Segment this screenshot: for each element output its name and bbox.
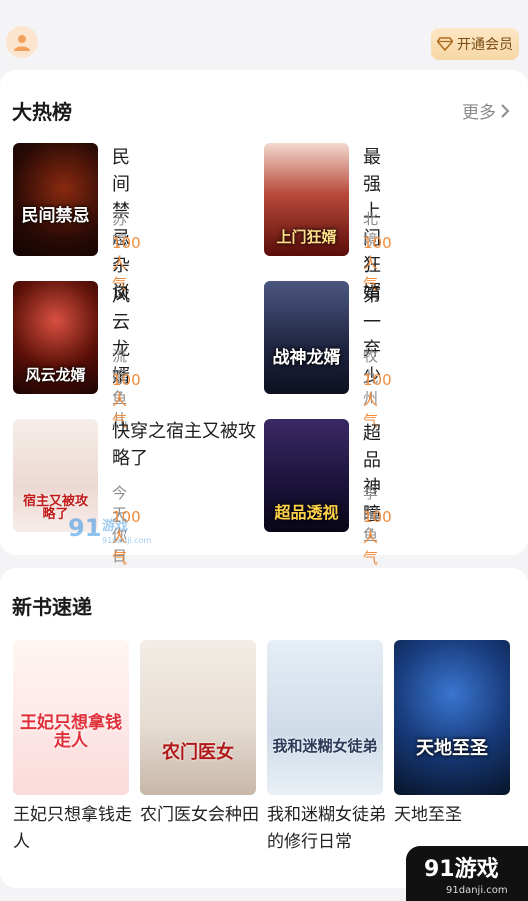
book-cover[interactable]: 上门狂婿 [264, 143, 349, 256]
svg-text:游戏: 游戏 [102, 518, 128, 534]
watermark-logo: 91 游戏 91danji.com [66, 512, 166, 546]
book-cover[interactable]: 战神龙婿 [264, 281, 349, 394]
book-cover[interactable]: 民间禁忌 [13, 143, 98, 256]
avatar[interactable] [6, 26, 38, 58]
user-icon [14, 35, 30, 51]
svg-text:91danji.com: 91danji.com [446, 885, 508, 896]
cover-title: 超品透视 [274, 503, 339, 523]
watermark-brand-icon: 91游戏 91danji.com [424, 856, 508, 896]
book-cover[interactable]: 我和迷糊女徒弟 [267, 640, 383, 795]
book-title: 快穿之宿主又被攻略了 [112, 421, 256, 469]
cover-title: 风云龙婿 [25, 366, 86, 385]
book-cover[interactable]: 超品透视 [264, 419, 349, 532]
top-bar: 开通会员 [0, 0, 528, 64]
book-cover[interactable]: 王妃只想拿钱走人 [13, 640, 129, 795]
cover-title: 上门狂婿 [276, 228, 337, 247]
svg-text:91: 91 [68, 514, 101, 542]
vip-button[interactable]: 开通会员 [431, 28, 519, 60]
book-title: 农门医女会种田 [140, 805, 259, 825]
watermark-icon: 91 游戏 91danji.com [68, 514, 152, 545]
book-title: 王妃只想拿钱走人 [13, 805, 132, 852]
book-title: 天地至圣 [394, 805, 462, 825]
more-label: 更多 [462, 103, 496, 123]
more-link[interactable]: 更多 [462, 98, 510, 123]
book-title: 我和迷糊女徒弟的修行日常 [267, 805, 386, 852]
vip-label: 开通会员 [457, 37, 513, 53]
new-books-title: 新书速递 [12, 595, 92, 619]
hot-list-title: 大热榜 [12, 100, 72, 124]
diamond-icon [437, 37, 453, 51]
book-popularity: 100人气 [363, 508, 392, 567]
cover-title: 战神龙婿 [272, 348, 341, 369]
book-cover[interactable]: 天地至圣 [394, 640, 510, 795]
book-cover[interactable]: 农门医女 [140, 640, 256, 795]
cover-title: 民间禁忌 [21, 206, 90, 227]
svg-text:91danji.com: 91danji.com [102, 536, 152, 545]
svg-text:91游戏: 91游戏 [424, 856, 499, 882]
cover-title: 天地至圣 [416, 738, 488, 760]
chevron-right-icon [501, 103, 510, 118]
watermark-badge: 91游戏 91danji.com [406, 846, 528, 901]
cover-title: 王妃只想拿钱走人 [20, 713, 122, 752]
book-cover[interactable]: 风云龙婿 [13, 281, 98, 394]
cover-title: 农门医女 [162, 742, 234, 764]
cover-title: 我和迷糊女徒弟 [272, 737, 378, 756]
